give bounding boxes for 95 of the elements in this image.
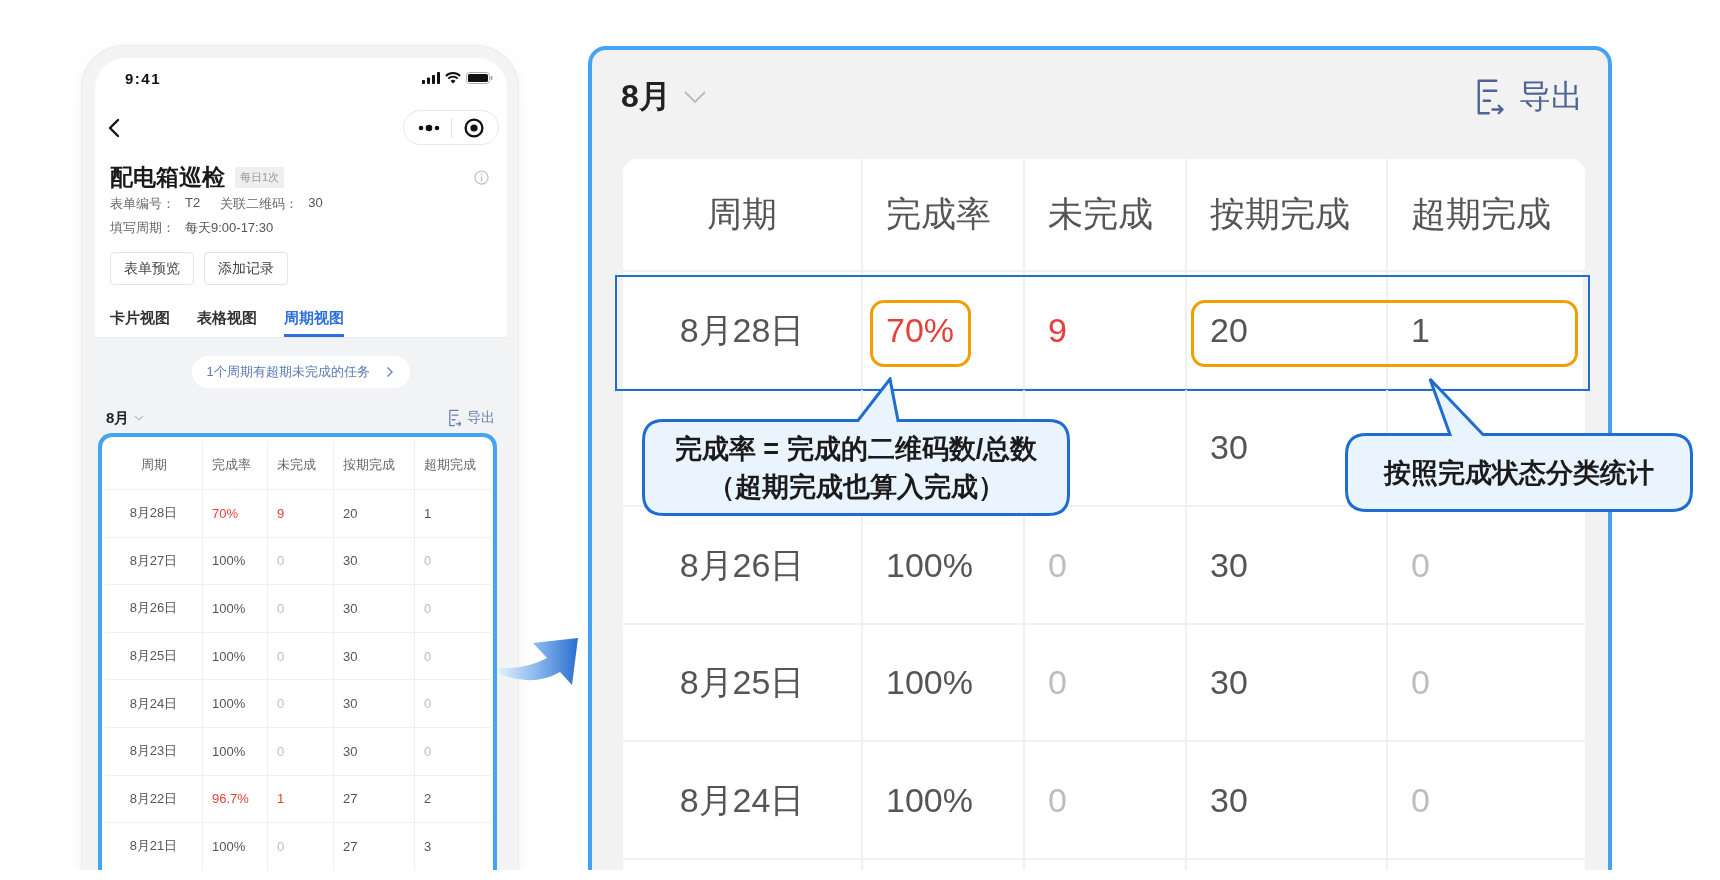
- table-cell: 0: [268, 823, 334, 870]
- callout-text: 完成率 = 完成的二维码数/总数 （超期完成也算入完成）: [674, 432, 1038, 504]
- signal-icon: [422, 72, 440, 84]
- table-cell: 8月26日: [105, 585, 203, 632]
- action-button[interactable]: 添加记录: [204, 252, 288, 285]
- battery-icon: [466, 72, 493, 84]
- action-button[interactable]: 表单预览: [110, 252, 194, 285]
- column-header: 周期: [105, 441, 203, 489]
- column-header: 周期: [623, 159, 863, 270]
- notice-pill[interactable]: 1个周期有超期未完成的任务: [192, 356, 410, 388]
- table-cell: 96.7%: [203, 775, 268, 823]
- table-cell: 8月25日: [623, 624, 863, 740]
- meta-value: 30: [308, 195, 323, 212]
- curved-arrow-icon: [497, 636, 579, 686]
- table-cell-text: 0: [423, 600, 433, 618]
- table-cell: 0: [268, 680, 334, 727]
- column-header: 未完成: [268, 441, 334, 489]
- column-header: 按期完成: [1187, 159, 1388, 270]
- column-header: 完成率: [203, 441, 268, 489]
- table-cell-text: 2: [423, 790, 433, 809]
- table-cell: 30: [334, 727, 415, 775]
- table-cell: 30: [334, 632, 415, 680]
- table-cell: 100%: [203, 585, 268, 632]
- table-cell-text: 0: [1410, 544, 1431, 586]
- view-tab[interactable]: 表格视图: [197, 305, 257, 337]
- meta-label: 表单编号：: [110, 195, 175, 213]
- table-cell: 8月23日: [105, 727, 203, 775]
- month-selector[interactable]: 8月: [106, 408, 145, 428]
- column-header: 按期完成: [334, 441, 415, 489]
- column-header: 完成率: [863, 159, 1025, 270]
- table-cell: 100%: [863, 624, 1025, 740]
- table-cell-text: 0: [423, 742, 433, 761]
- table-cell: 100%: [203, 632, 268, 680]
- table-cell: 100%: [863, 742, 1025, 858]
- target-icon[interactable]: [464, 117, 485, 138]
- table-cell: 0: [1025, 624, 1187, 740]
- table-cell: 100%: [203, 823, 268, 870]
- table-cell: 8月28日: [105, 490, 203, 537]
- view-tab[interactable]: 卡片视图: [110, 305, 170, 337]
- table-cell: 20: [1187, 272, 1388, 388]
- frequency-tag: 每日1次: [235, 166, 285, 188]
- meta-value: 每天9:00-17:30: [185, 219, 274, 237]
- chevron-down-icon: [134, 415, 145, 421]
- meta-value: T2: [185, 195, 201, 212]
- table-cell: 8月22日: [105, 775, 203, 823]
- document-arrow-icon: [448, 409, 462, 427]
- wifi-icon: [445, 72, 461, 84]
- table-cell-text: 0: [1410, 662, 1431, 704]
- table-cell: 0: [268, 537, 334, 585]
- meta-label: 关联二维码：: [220, 195, 299, 213]
- table-cell: 100%: [203, 537, 268, 585]
- chevron-down-icon: [683, 91, 706, 103]
- column-header: 未完成: [1025, 159, 1187, 270]
- table-cell: 27: [334, 823, 415, 870]
- export-button[interactable]: 导出: [1475, 75, 1583, 119]
- document-arrow-icon: [1475, 78, 1505, 116]
- table-cell: 0: [268, 632, 334, 680]
- table-cell-text: 3: [423, 837, 433, 856]
- table-cell: 1: [268, 775, 334, 823]
- column-header: 超期完成: [1410, 193, 1552, 235]
- table-cell-text: 1: [423, 504, 433, 523]
- meta-label: 填写周期：: [110, 219, 175, 237]
- table-cell: 8月27日: [105, 537, 203, 585]
- table-cell: 8月28日: [623, 272, 863, 388]
- chevron-left-icon[interactable]: [108, 117, 120, 138]
- table-cell: 8月25日: [105, 632, 203, 680]
- table-cell: 9: [1025, 272, 1187, 388]
- table-cell: 27: [334, 775, 415, 823]
- month-selector[interactable]: 8月: [621, 75, 706, 119]
- table-cell: 100%: [203, 680, 268, 727]
- status-time: 9:41: [125, 69, 162, 87]
- table-cell: 9: [268, 490, 334, 537]
- table-cell: 30: [334, 537, 415, 585]
- table-cell: 0: [268, 585, 334, 632]
- table-cell-text: 0: [423, 552, 433, 571]
- table-cell: 30: [334, 585, 415, 632]
- table-cell: 20: [334, 490, 415, 537]
- table-cell: 0: [268, 727, 334, 775]
- table-cell: 70%: [203, 490, 268, 537]
- table-cell-text: 0: [423, 647, 433, 666]
- column-header: 超期完成: [423, 456, 477, 474]
- table-cell: 8月21日: [105, 823, 203, 870]
- table-cell-text: 0: [423, 695, 433, 714]
- table-cell: 30: [334, 680, 415, 727]
- form-title: 配电箱巡检: [110, 162, 225, 192]
- table-cell-text: 0: [1410, 779, 1431, 821]
- table-cell: 100%: [203, 727, 268, 775]
- more-icon[interactable]: [417, 123, 440, 132]
- chevron-right-icon: [385, 366, 394, 378]
- table-cell: 0: [1025, 742, 1187, 858]
- export-button[interactable]: 导出: [448, 409, 495, 427]
- table-cell: 30: [1187, 742, 1388, 858]
- table-cell: 8月24日: [105, 680, 203, 727]
- table-cell: 30: [1187, 624, 1388, 740]
- table-cell: 8月24日: [623, 742, 863, 858]
